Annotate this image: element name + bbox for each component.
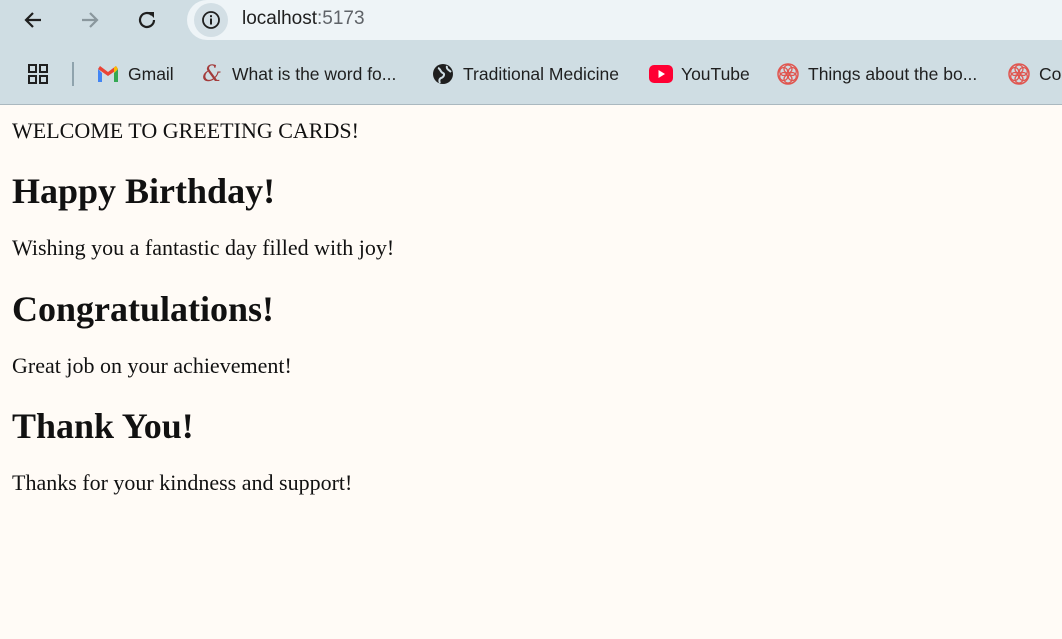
welcome-text: WELCOME TO GREETING CARDS! bbox=[12, 118, 359, 143]
site-info-button[interactable] bbox=[194, 3, 228, 37]
bookmark-things-about[interactable]: Things about the bo... bbox=[776, 60, 977, 88]
bookmark-what-is-the-word[interactable]: & What is the word fo... bbox=[200, 60, 396, 88]
arrow-left-icon bbox=[24, 12, 41, 28]
card-title-congratulations: Congratulations! bbox=[12, 288, 275, 329]
bookmark-co[interactable]: Co bbox=[1007, 60, 1061, 88]
back-button[interactable] bbox=[17, 4, 49, 36]
arrow-right-icon bbox=[82, 12, 99, 28]
apps-grid-icon bbox=[28, 64, 48, 84]
url-port: :5173 bbox=[317, 8, 365, 29]
bookmarks-divider bbox=[72, 62, 74, 86]
page-content: WELCOME TO GREETING CARDS! Happy Birthda… bbox=[12, 105, 1052, 497]
url-text[interactable]: localhost:5173 bbox=[242, 8, 365, 30]
bookmark-label: Gmail bbox=[128, 63, 174, 84]
bookmark-label: What is the word fo... bbox=[232, 63, 397, 84]
gmail-icon bbox=[96, 62, 120, 86]
ampersand-icon: & bbox=[202, 61, 222, 87]
flower-icon bbox=[776, 62, 800, 86]
bookmark-youtube[interactable]: YouTube bbox=[649, 60, 750, 88]
bookmark-label: Traditional Medicine bbox=[463, 63, 619, 84]
flower-icon bbox=[1007, 62, 1031, 86]
reload-icon bbox=[138, 11, 156, 29]
reload-button[interactable] bbox=[131, 4, 163, 36]
bookmark-gmail[interactable]: Gmail bbox=[96, 60, 174, 88]
card-title-birthday: Happy Birthday! bbox=[12, 171, 276, 211]
forward-button[interactable] bbox=[74, 4, 106, 36]
bookmark-label: YouTube bbox=[681, 63, 750, 84]
bookmark-label: Co bbox=[1039, 63, 1062, 84]
bookmark-traditional-medicine[interactable]: Traditional Medicine bbox=[431, 60, 619, 88]
card-message-congratulations: Great job on your achievement! bbox=[12, 352, 292, 378]
bookmark-label: Things about the bo... bbox=[808, 63, 978, 84]
globe-icon bbox=[431, 62, 455, 86]
card-message-birthday: Wishing you a fantastic day filled with … bbox=[12, 235, 395, 261]
youtube-icon bbox=[649, 62, 673, 86]
browser-toolbar: localhost:5173 bbox=[0, 0, 1062, 40]
card-title-thank-you: Thank You! bbox=[12, 406, 194, 447]
info-icon bbox=[202, 11, 220, 29]
url-host: localhost bbox=[242, 8, 317, 29]
card-message-thank-you: Thanks for your kindness and support! bbox=[12, 470, 353, 496]
apps-button[interactable] bbox=[27, 60, 49, 88]
